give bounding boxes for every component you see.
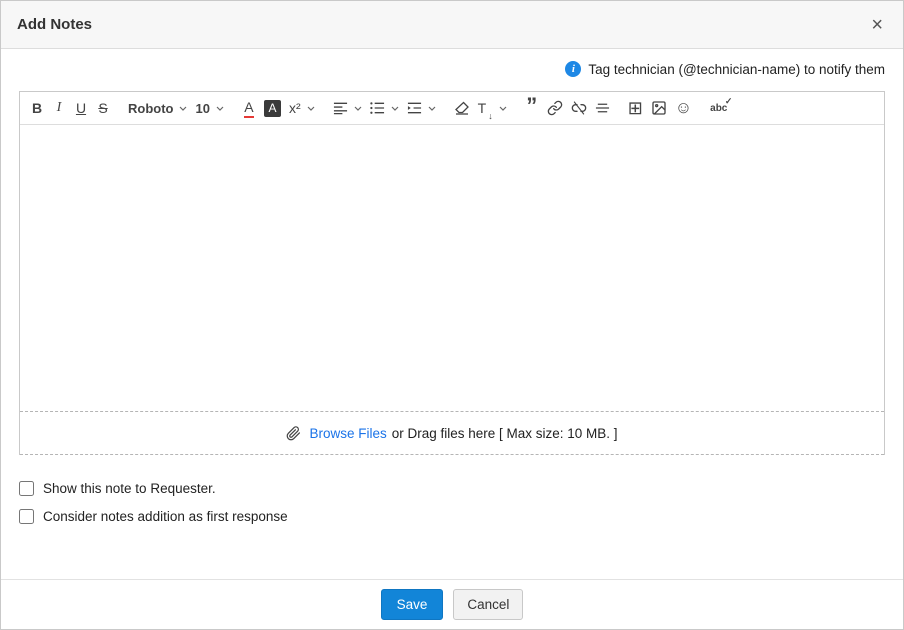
chevron-down-icon bbox=[216, 106, 224, 111]
show-to-requester-checkbox[interactable] bbox=[19, 481, 34, 496]
list-button[interactable] bbox=[366, 95, 403, 121]
blockquote-button[interactable]: ” bbox=[521, 95, 543, 121]
font-family-select[interactable]: Roboto bbox=[124, 95, 191, 121]
add-notes-dialog: Add Notes × i Tag technician (@technicia… bbox=[0, 0, 904, 630]
show-to-requester-option[interactable]: Show this note to Requester. bbox=[19, 481, 885, 496]
note-options: Show this note to Requester. Consider no… bbox=[19, 481, 885, 537]
save-button[interactable]: Save bbox=[381, 589, 444, 620]
first-response-checkbox[interactable] bbox=[19, 509, 34, 524]
check-icon: ✓ bbox=[725, 96, 733, 107]
dialog-title: Add Notes bbox=[17, 16, 92, 33]
align-left-icon bbox=[333, 101, 348, 115]
drag-files-text: or Drag files here [ Max size: 10 MB. ] bbox=[392, 426, 618, 441]
clear-format-button[interactable] bbox=[450, 95, 474, 121]
image-icon bbox=[651, 100, 667, 116]
emoji-button[interactable]: ☺ bbox=[671, 95, 696, 121]
browse-files-link[interactable]: Browse Files bbox=[309, 426, 386, 441]
unlink-icon bbox=[571, 100, 587, 116]
info-icon: i bbox=[565, 61, 581, 77]
first-response-label: Consider notes addition as first respons… bbox=[43, 509, 288, 524]
paperclip-icon bbox=[286, 426, 301, 441]
attachment-area: Browse Files or Drag files here [ Max si… bbox=[20, 412, 884, 455]
chevron-down-icon bbox=[428, 106, 436, 111]
chevron-down-icon bbox=[391, 106, 399, 111]
show-to-requester-label: Show this note to Requester. bbox=[43, 481, 216, 496]
chevron-down-icon bbox=[499, 106, 507, 111]
italic-button[interactable]: I bbox=[48, 95, 70, 121]
horizontal-line-icon bbox=[595, 101, 610, 115]
first-response-option[interactable]: Consider notes addition as first respons… bbox=[19, 509, 885, 524]
chevron-down-icon bbox=[179, 106, 187, 111]
close-icon[interactable]: × bbox=[867, 13, 887, 37]
spacer bbox=[1, 537, 903, 579]
indent-icon bbox=[407, 101, 422, 115]
link-icon bbox=[547, 100, 563, 116]
unlink-button[interactable] bbox=[567, 95, 591, 121]
editor-toolbar: B I U S Roboto 10 A A bbox=[20, 92, 884, 125]
dialog-footer: Save Cancel bbox=[1, 579, 903, 629]
eraser-icon bbox=[454, 101, 470, 115]
image-button[interactable] bbox=[647, 95, 671, 121]
highlight-color-button[interactable]: A bbox=[260, 95, 285, 121]
bullet-list-icon bbox=[370, 101, 385, 115]
tip-row: i Tag technician (@technician-name) to n… bbox=[1, 49, 903, 83]
tip-text: Tag technician (@technician-name) to not… bbox=[588, 62, 885, 77]
spellcheck-button[interactable]: abc✓ bbox=[706, 95, 731, 121]
chevron-down-icon bbox=[354, 106, 362, 111]
dialog-header: Add Notes × bbox=[1, 1, 903, 49]
link-button[interactable] bbox=[543, 95, 567, 121]
bold-button[interactable]: B bbox=[26, 95, 48, 121]
superscript-button[interactable]: x² bbox=[285, 95, 319, 121]
table-button[interactable]: ⊞ bbox=[624, 95, 647, 121]
cancel-button[interactable]: Cancel bbox=[453, 589, 523, 620]
strikethrough-button[interactable]: S bbox=[92, 95, 114, 121]
chevron-down-icon bbox=[307, 106, 315, 111]
note-editor[interactable] bbox=[20, 125, 884, 412]
underline-button[interactable]: U bbox=[70, 95, 92, 121]
note-editor-container: B I U S Roboto 10 A A bbox=[19, 91, 885, 455]
indent-button[interactable] bbox=[403, 95, 440, 121]
font-size-select[interactable]: 10 bbox=[191, 95, 227, 121]
align-button[interactable] bbox=[329, 95, 366, 121]
horizontal-line-button[interactable] bbox=[591, 95, 614, 121]
font-color-button[interactable]: A bbox=[238, 95, 260, 121]
text-direction-button[interactable]: T↓ bbox=[474, 95, 511, 121]
